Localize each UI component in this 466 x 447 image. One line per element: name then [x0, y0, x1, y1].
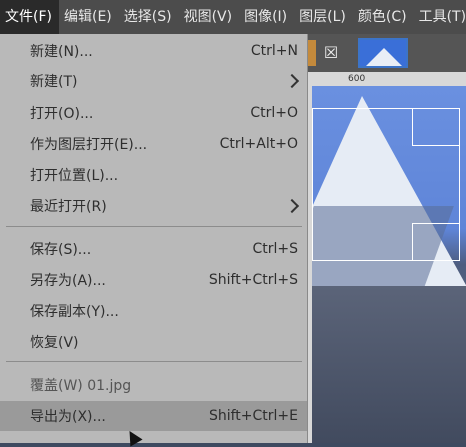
menu-item-shortcut: Shift+Ctrl+S [208, 272, 298, 288]
menu-item-label: 导出为(X)... [30, 409, 106, 425]
chevron-right-icon [284, 73, 300, 89]
menu-item-overwrite[interactable]: 覆盖(W) 01.jpg [0, 370, 307, 400]
menu-select[interactable]: 选择(S) [119, 0, 179, 34]
menu-file[interactable]: 文件(F) [0, 0, 59, 34]
canvas-rock [312, 286, 466, 443]
menu-layer[interactable]: 图层(L) [294, 0, 353, 34]
menu-tools[interactable]: 工具(T) [414, 0, 466, 34]
selection-handle-top-right[interactable] [412, 108, 460, 146]
menubar: 文件(F) 编辑(E) 选择(S) 视图(V) 图像(I) 图层(L) 颜色(C… [0, 0, 466, 34]
menu-item-revert[interactable]: 恢复(V) [0, 327, 307, 357]
menu-item-open-as-layers[interactable]: 作为图层打开(E)... Ctrl+Alt+O [0, 129, 307, 159]
menu-item-label: 作为图层打开(E)... [30, 137, 148, 153]
image-tab-strip: ☒ [308, 34, 466, 72]
menu-item-shortcut: Shift+Ctrl+E [208, 408, 298, 424]
menu-item-shortcut: Ctrl+S [252, 241, 298, 257]
menu-item-open-recent[interactable]: 最近打开(R) [0, 191, 307, 221]
menu-item-save[interactable]: 保存(S)... Ctrl+S [0, 234, 307, 264]
menu-item-shortcut: Ctrl+O [250, 105, 298, 121]
close-tab-icon[interactable]: ☒ [321, 42, 341, 64]
menu-item-export-as[interactable]: 导出为(X)... Shift+Ctrl+E [0, 401, 307, 431]
menu-item-label: 恢复(V) [30, 335, 79, 351]
horizontal-ruler[interactable]: 600 [308, 72, 466, 86]
selection-handle-bottom-right[interactable] [412, 223, 460, 261]
menu-item-label: 另存为(A)... [30, 273, 106, 289]
menu-item-label: 最近打开(R) [30, 199, 107, 215]
menu-item-save-as[interactable]: 另存为(A)... Shift+Ctrl+S [0, 265, 307, 295]
menu-item-shortcut: Ctrl+N [250, 43, 298, 59]
thumbnail-mountain [366, 48, 402, 66]
menu-item-label: 打开位置(L)... [30, 168, 119, 184]
menu-image[interactable]: 图像(I) [239, 0, 294, 34]
menu-edit[interactable]: 编辑(E) [59, 0, 119, 34]
menu-separator [6, 361, 302, 362]
menu-item-new[interactable]: 新建(N)... Ctrl+N [0, 36, 307, 66]
menu-separator [6, 226, 302, 227]
menu-item-label: 新建(T) [30, 74, 78, 90]
menu-item-save-copy[interactable]: 保存副本(Y)... [0, 296, 307, 326]
image-workspace: ☒ 600 [308, 34, 466, 443]
menu-item-label: 覆盖(W) 01.jpg [30, 378, 132, 394]
chevron-right-icon [284, 198, 300, 214]
menu-item-open-location[interactable]: 打开位置(L)... [0, 160, 307, 190]
file-menu: 新建(N)... Ctrl+N 新建(T) 打开(O)... Ctrl+O 作为… [0, 34, 308, 443]
ruler-tick-label: 600 [348, 74, 366, 84]
menu-item-label: 新建(N)... [30, 44, 93, 60]
menu-item-label: 保存(S)... [30, 242, 92, 258]
image-tab-thumbnail-active[interactable] [358, 38, 408, 68]
menu-item-label: 保存副本(Y)... [30, 304, 119, 320]
menu-item-shortcut: Ctrl+Alt+O [219, 136, 298, 152]
menu-item-open[interactable]: 打开(O)... Ctrl+O [0, 98, 307, 128]
menu-item-new-template[interactable]: 新建(T) [0, 66, 307, 96]
menu-item-label: 打开(O)... [30, 106, 94, 122]
menu-colors[interactable]: 颜色(C) [353, 0, 414, 34]
image-tab-thumbnail[interactable] [308, 40, 316, 66]
menu-view[interactable]: 视图(V) [179, 0, 240, 34]
